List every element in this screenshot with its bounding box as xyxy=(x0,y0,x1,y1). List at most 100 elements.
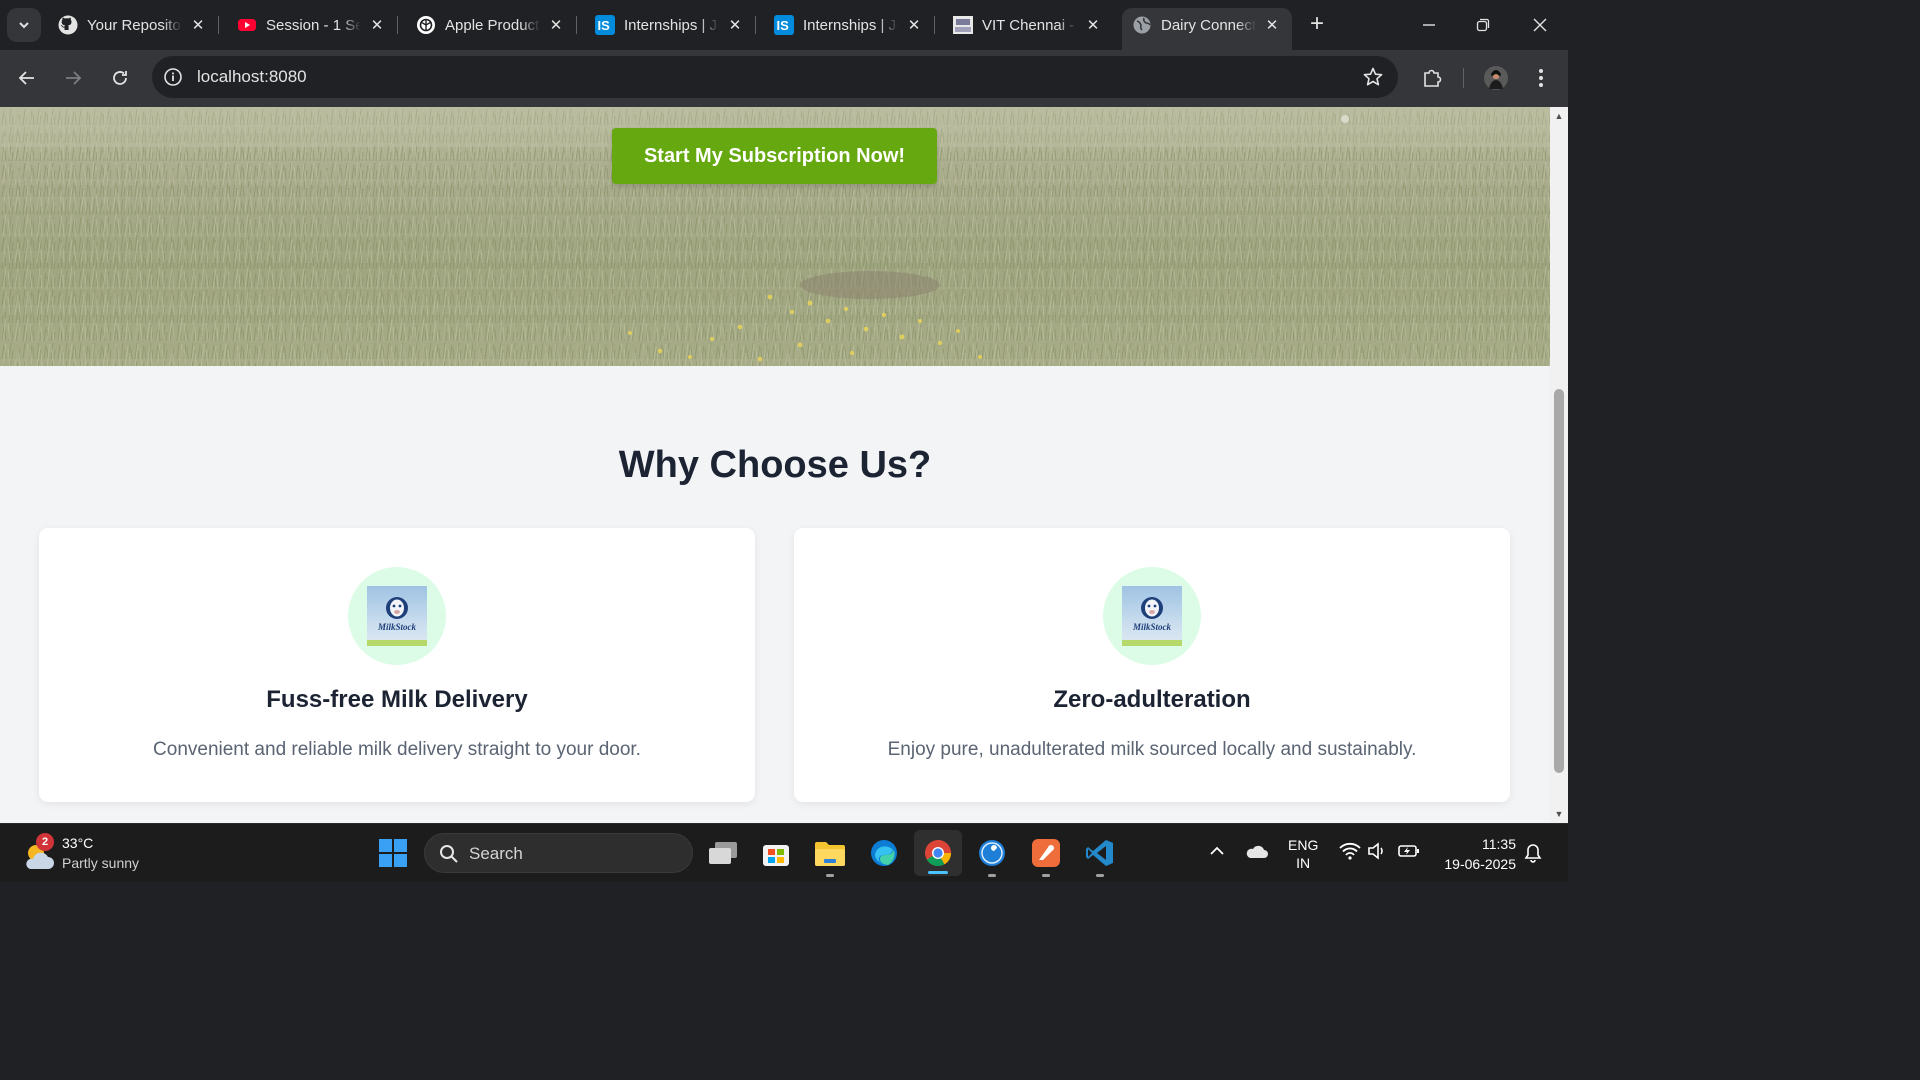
menu-button[interactable] xyxy=(1525,62,1557,94)
site-info-icon[interactable] xyxy=(162,66,184,88)
feature-icon-circle: MilkStock xyxy=(348,567,446,665)
tab-title: Your Repositories xyxy=(87,16,182,34)
wifi-tray-icon[interactable] xyxy=(1339,842,1361,863)
start-subscription-button[interactable]: Start My Subscription Now! xyxy=(612,128,937,184)
start-button[interactable] xyxy=(378,838,408,868)
onedrive-tray-icon[interactable] xyxy=(1245,842,1269,863)
profile-button[interactable] xyxy=(1480,62,1512,94)
microsoft-store-app[interactable] xyxy=(758,835,794,871)
show-hidden-icons-button[interactable] xyxy=(1208,842,1226,863)
toolbar-divider xyxy=(1463,68,1464,88)
internshala-icon: IS xyxy=(595,15,615,35)
wifi-icon xyxy=(1339,842,1361,860)
tab-dairy-connect[interactable]: Dairy Connect ✕ xyxy=(1122,8,1292,50)
taskbar-search[interactable]: Search xyxy=(424,833,693,873)
back-button[interactable] xyxy=(11,62,43,94)
tab-internshala-1[interactable]: IS Internships | Jobs ✕ xyxy=(585,8,756,42)
tab-search-button[interactable] xyxy=(7,8,41,42)
search-label: Search xyxy=(469,844,523,863)
chevron-up-icon xyxy=(1210,846,1224,855)
close-icon[interactable]: ✕ xyxy=(1083,15,1103,35)
close-icon[interactable]: ✕ xyxy=(367,15,387,35)
close-icon[interactable]: ✕ xyxy=(904,15,924,35)
logo-text: MilkStock xyxy=(1132,622,1172,632)
task-view-button[interactable] xyxy=(705,835,741,871)
svg-text:IS: IS xyxy=(777,18,790,33)
region-code: IN xyxy=(1296,855,1311,871)
feature-card-purity: MilkStock Zero-adulteration Enjoy pure, … xyxy=(794,528,1510,802)
tab-github[interactable]: Your Repositories ✕ xyxy=(48,8,219,42)
forward-button[interactable] xyxy=(57,62,89,94)
tab-title: Apple Products xyxy=(445,16,540,34)
windows-logo-icon xyxy=(379,839,407,867)
tab-internshala-2[interactable]: IS Internships | Jobs ✕ xyxy=(764,8,935,42)
running-indicator xyxy=(1042,874,1050,877)
language-indicator[interactable]: ENG IN xyxy=(1288,836,1318,872)
edge-icon xyxy=(871,840,897,866)
postman-icon xyxy=(1032,839,1060,867)
notifications-button[interactable] xyxy=(1524,843,1542,866)
chrome-app[interactable] xyxy=(914,830,962,876)
minimize-icon xyxy=(1423,24,1435,26)
scroll-up-arrow-icon[interactable]: ▲ xyxy=(1554,111,1564,121)
new-tab-button[interactable]: + xyxy=(1304,12,1330,38)
tab-separator xyxy=(755,16,756,34)
section-title: Why Choose Us? xyxy=(618,444,932,486)
weather-widget[interactable]: 2 33°C Partly sunny xyxy=(22,833,202,875)
system-clock[interactable]: 11:35 19-06-2025 xyxy=(1430,834,1516,874)
scroll-down-arrow-icon[interactable]: ▼ xyxy=(1554,809,1564,819)
logo-text: MilkStock xyxy=(377,622,417,632)
close-icon[interactable]: ✕ xyxy=(188,15,208,35)
tab-youtube[interactable]: Session - 1 Self ✕ xyxy=(227,8,398,42)
language-code: ENG xyxy=(1288,837,1319,853)
volume-tray-icon[interactable] xyxy=(1367,842,1387,863)
github-icon xyxy=(58,15,78,35)
weather-condition: Partly sunny xyxy=(62,855,140,871)
restore-button[interactable] xyxy=(1468,10,1498,40)
dev-tool-app[interactable] xyxy=(974,835,1010,877)
battery-tray-icon[interactable] xyxy=(1397,842,1421,863)
file-explorer-app[interactable] xyxy=(812,835,848,877)
svg-text:IS: IS xyxy=(598,18,611,33)
chevron-down-icon xyxy=(19,22,29,29)
milkstock-logo-image: MilkStock xyxy=(1122,586,1182,646)
reload-button[interactable] xyxy=(104,62,136,94)
close-icon[interactable]: ✕ xyxy=(546,15,566,35)
browser-toolbar: localhost:8080 xyxy=(0,50,1568,107)
page-viewport: Start My Subscription Now! Why Choose Us… xyxy=(0,107,1550,823)
avatar xyxy=(1484,66,1508,90)
tab-apple-products[interactable]: Apple Products ✕ xyxy=(406,8,577,42)
minimize-button[interactable] xyxy=(1414,10,1444,40)
hero-section: Start My Subscription Now! xyxy=(0,107,1550,366)
edge-app[interactable] xyxy=(866,835,902,871)
page-scrollbar[interactable]: ▲ ▼ xyxy=(1550,107,1568,823)
address-bar[interactable]: localhost:8080 xyxy=(152,56,1398,98)
active-indicator xyxy=(928,871,948,874)
feature-icon-circle: MilkStock xyxy=(1103,567,1201,665)
folder-icon xyxy=(815,842,845,866)
close-icon xyxy=(1533,18,1547,32)
tab-title: Internships | Jobs xyxy=(624,16,719,34)
tab-title: Session - 1 Self xyxy=(266,16,361,34)
feature-title: Fuss-free Milk Delivery xyxy=(266,686,528,713)
running-indicator xyxy=(1096,874,1104,877)
url-text[interactable]: localhost:8080 xyxy=(197,67,307,87)
extensions-button[interactable] xyxy=(1416,62,1448,94)
arrow-left-icon xyxy=(18,71,34,85)
youtube-icon xyxy=(237,15,257,35)
globe-icon xyxy=(1132,15,1152,35)
feature-title: Zero-adulteration xyxy=(1053,686,1251,713)
close-window-button[interactable] xyxy=(1525,10,1555,40)
clock-time: 11:35 xyxy=(1482,836,1516,852)
close-icon[interactable]: ✕ xyxy=(725,15,745,35)
postman-app[interactable] xyxy=(1028,835,1064,877)
feature-description: Enjoy pure, unadulterated milk sourced l… xyxy=(887,739,1417,760)
tab-vit-chennai[interactable]: VIT Chennai - ✕ xyxy=(943,8,1113,42)
restore-icon xyxy=(1476,18,1490,32)
tab-separator xyxy=(576,16,577,34)
reload-icon xyxy=(113,71,127,85)
bookmark-star-icon[interactable] xyxy=(1362,66,1384,88)
scrollbar-thumb[interactable] xyxy=(1554,389,1564,773)
vscode-app[interactable] xyxy=(1082,835,1118,877)
close-icon[interactable]: ✕ xyxy=(1262,15,1282,35)
